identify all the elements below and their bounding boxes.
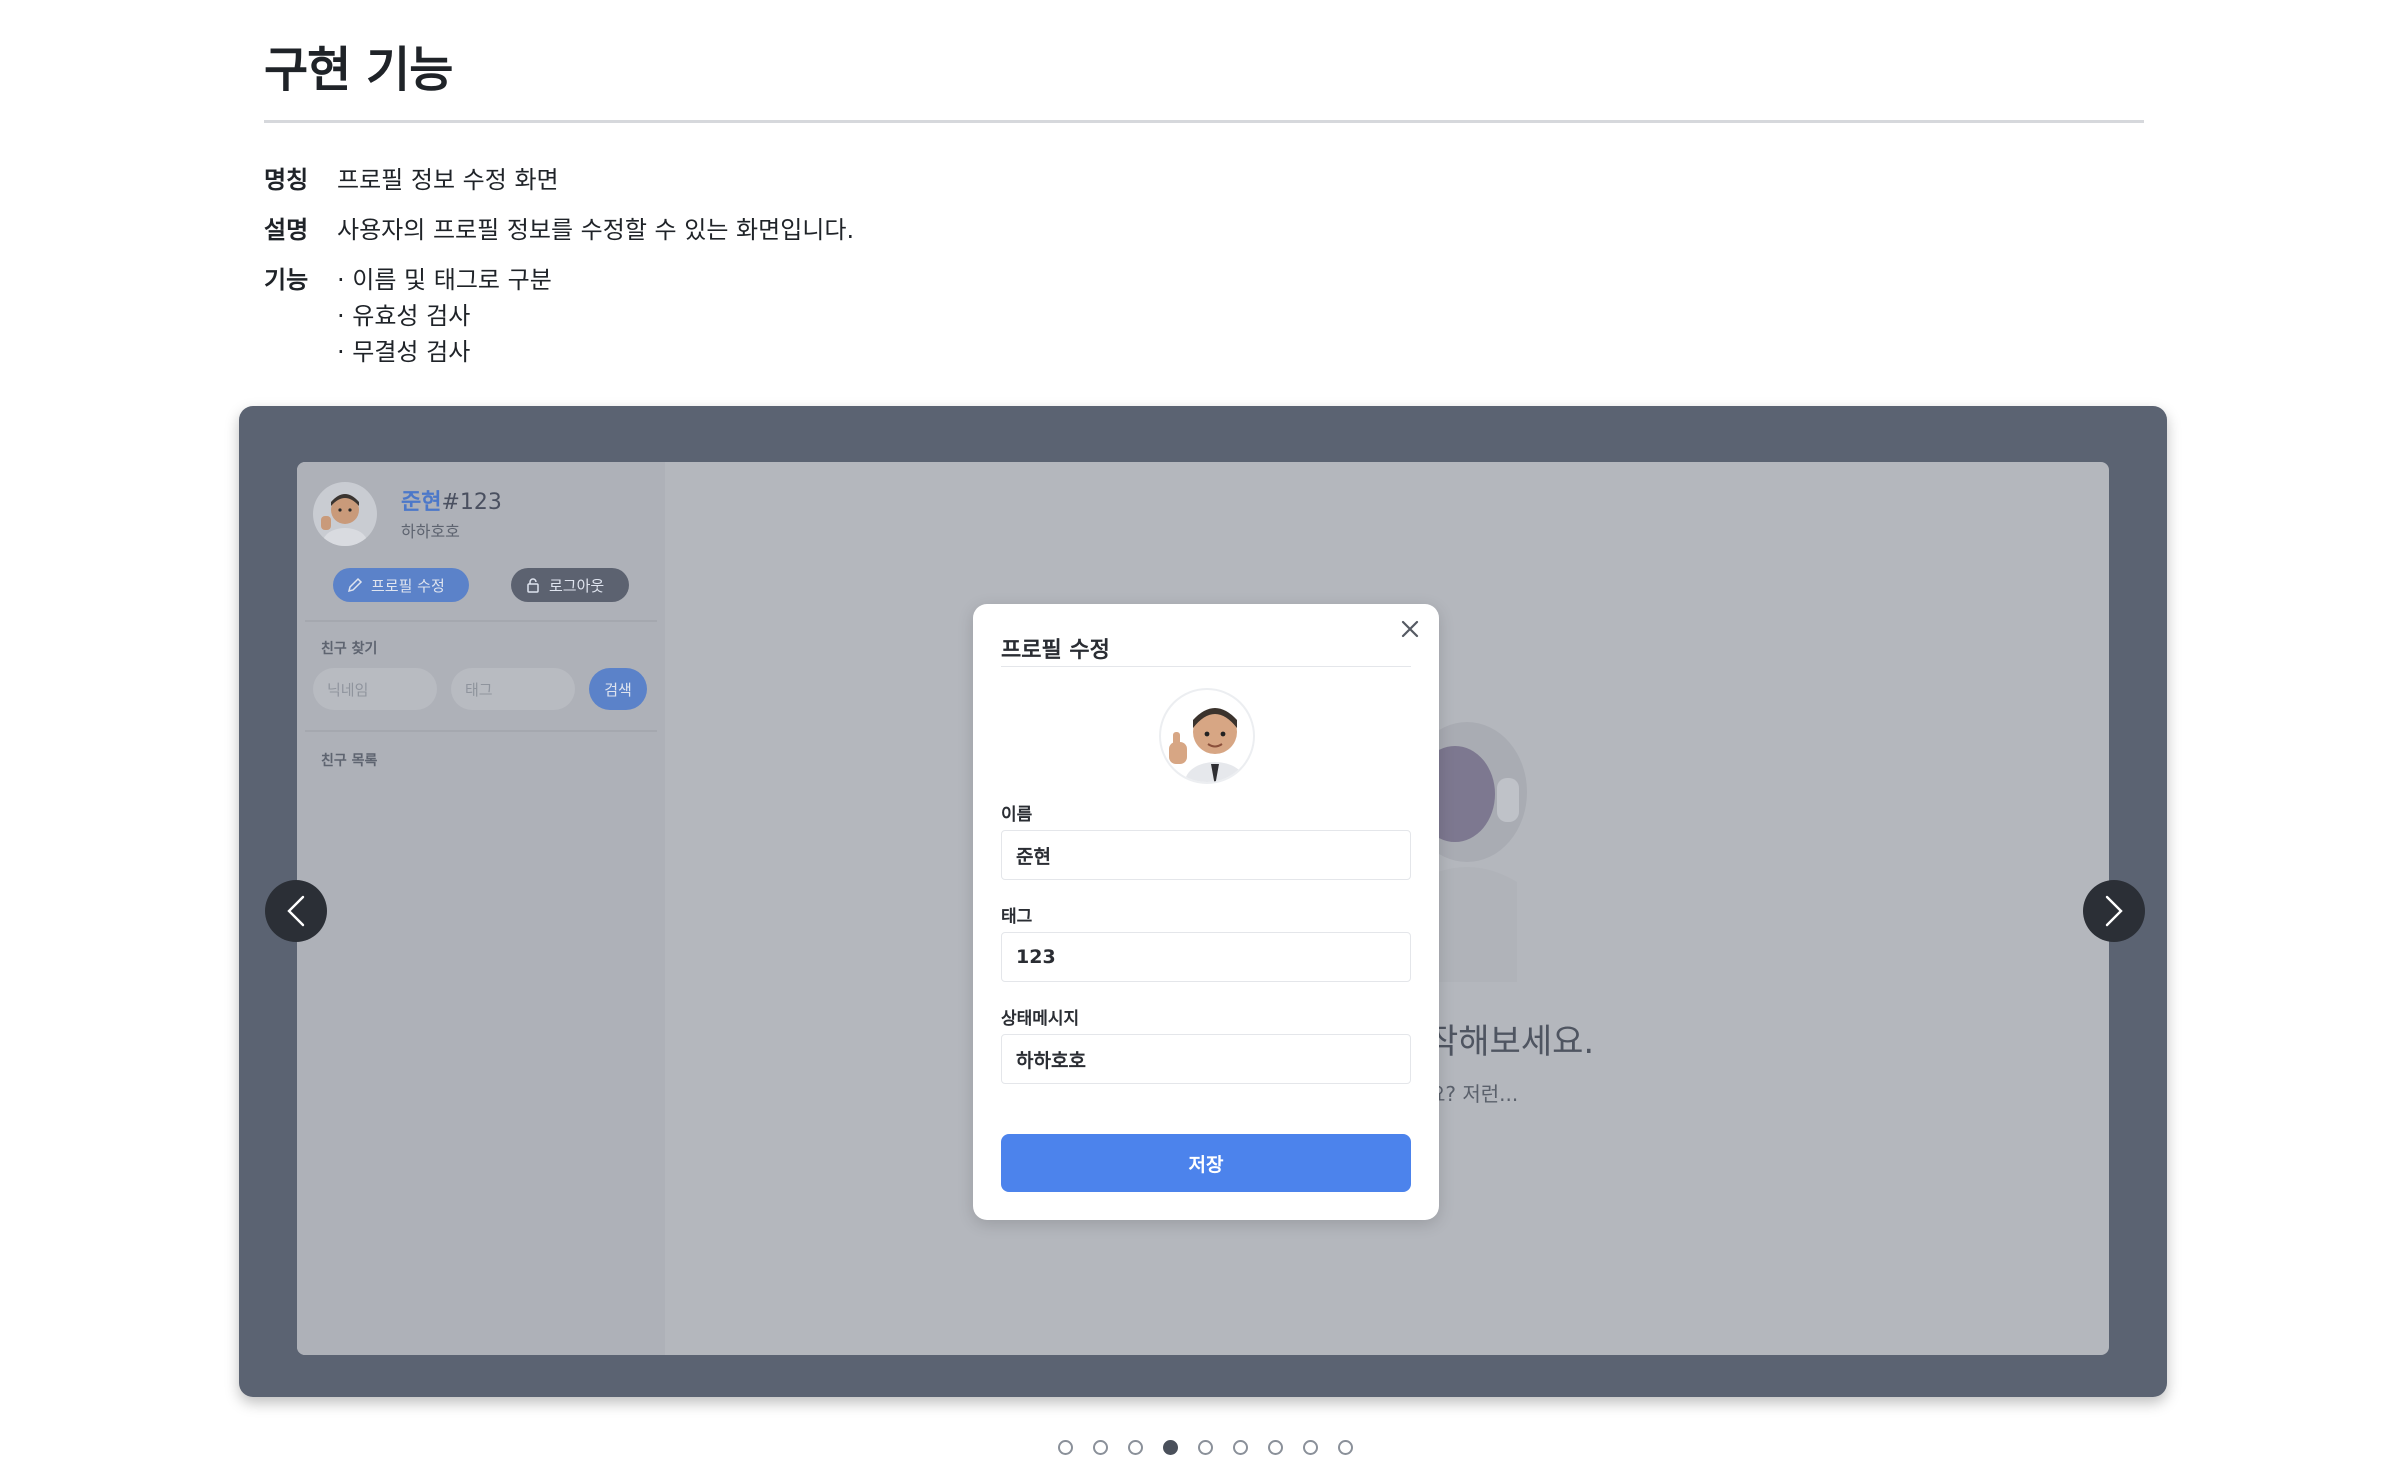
carousel-dot[interactable] — [1058, 1440, 1073, 1455]
divider — [305, 730, 657, 732]
close-button[interactable] — [1395, 614, 1425, 644]
info-row-features: 기능 이름 및 태그로 구분 유효성 검사 무결성 검사 — [264, 262, 854, 370]
close-icon — [1401, 620, 1419, 638]
memoji-avatar-icon — [321, 494, 367, 546]
friend-list-heading: 친구 목록 — [321, 753, 378, 769]
chevron-right-icon — [2105, 895, 2123, 927]
screenshot-slide: 준현#123 하하호호 프로필 수정 로그아웃 친구 찾기 닉네임 태그 검색 … — [297, 462, 2109, 1355]
avatar — [313, 482, 377, 546]
divider — [305, 620, 657, 622]
search-button[interactable]: 검색 — [589, 668, 647, 710]
carousel-dot[interactable] — [1128, 1440, 1143, 1455]
title-divider — [264, 120, 2144, 123]
user-name: 준현 — [401, 490, 442, 515]
description-value: 사용자의 프로필 정보를 수정할 수 있는 화면입니다. — [337, 216, 855, 244]
status-input[interactable]: 하하호호 — [1001, 1034, 1411, 1084]
save-button[interactable]: 저장 — [1001, 1134, 1411, 1192]
logout-label: 로그아웃 — [549, 576, 605, 595]
app-sidebar: 준현#123 하하호호 프로필 수정 로그아웃 친구 찾기 닉네임 태그 검색 … — [297, 462, 665, 1355]
empty-state-subline: 요? 저런... — [1427, 1082, 1519, 1106]
carousel-dot[interactable] — [1303, 1440, 1318, 1455]
modal-divider — [1001, 666, 1411, 667]
info-section: 명칭 프로필 정보 수정 화면 설명 사용자의 프로필 정보를 수정할 수 있는… — [264, 162, 854, 384]
tag-input-field[interactable]: 123 — [1001, 932, 1411, 982]
carousel-next-button[interactable] — [2083, 880, 2145, 942]
profile-avatar[interactable] — [1159, 688, 1255, 784]
feature-item: 무결성 검사 — [337, 334, 552, 370]
feature-item: 이름 및 태그로 구분 — [337, 262, 552, 298]
name-value: 프로필 정보 수정 화면 — [337, 166, 559, 194]
pencil-icon — [347, 577, 363, 593]
page-title: 구현 기능 — [264, 42, 453, 98]
chevron-left-icon — [287, 895, 305, 927]
carousel-indicators — [1058, 1440, 1353, 1455]
info-row-name: 명칭 프로필 정보 수정 화면 — [264, 162, 854, 198]
carousel-dot[interactable] — [1163, 1440, 1178, 1455]
carousel-dot[interactable] — [1268, 1440, 1283, 1455]
carousel-dot[interactable] — [1198, 1440, 1213, 1455]
carousel-dot[interactable] — [1338, 1440, 1353, 1455]
find-friends-heading: 친구 찾기 — [321, 641, 378, 657]
logout-button[interactable]: 로그아웃 — [511, 568, 629, 602]
name-input[interactable]: 준현 — [1001, 830, 1411, 880]
features-label: 기능 — [264, 266, 309, 294]
nickname-input[interactable]: 닉네임 — [313, 668, 437, 710]
empty-state-headline: 작해보세요. — [1427, 1022, 1595, 1062]
memoji-avatar-icon — [1169, 708, 1245, 782]
profile-edit-modal: 프로필 수정 이름 준현 태그 123 상태메시지 하하호호 저장 — [973, 604, 1439, 1220]
sidebar-status: 하하호호 — [401, 522, 460, 541]
name-field-label: 이름 — [1001, 805, 1033, 825]
carousel-dot[interactable] — [1233, 1440, 1248, 1455]
feature-item: 유효성 검사 — [337, 298, 552, 334]
description-label: 설명 — [264, 216, 309, 244]
info-row-description: 설명 사용자의 프로필 정보를 수정할 수 있는 화면입니다. — [264, 212, 854, 248]
carousel-prev-button[interactable] — [265, 880, 327, 942]
edit-profile-button[interactable]: 프로필 수정 — [333, 568, 469, 602]
user-tag: #123 — [441, 490, 502, 515]
tag-input[interactable]: 태그 — [451, 668, 575, 710]
status-field-label: 상태메시지 — [1001, 1009, 1080, 1029]
tag-field-label: 태그 — [1001, 907, 1033, 927]
features-list: 이름 및 태그로 구분 유효성 검사 무결성 검사 — [337, 262, 552, 370]
sidebar-username: 준현#123 — [401, 484, 502, 516]
name-label: 명칭 — [264, 166, 309, 194]
modal-title: 프로필 수정 — [1001, 638, 1110, 663]
lock-icon — [527, 578, 539, 593]
carousel-frame: 준현#123 하하호호 프로필 수정 로그아웃 친구 찾기 닉네임 태그 검색 … — [239, 406, 2167, 1397]
edit-profile-label: 프로필 수정 — [371, 576, 445, 595]
carousel-dot[interactable] — [1093, 1440, 1108, 1455]
